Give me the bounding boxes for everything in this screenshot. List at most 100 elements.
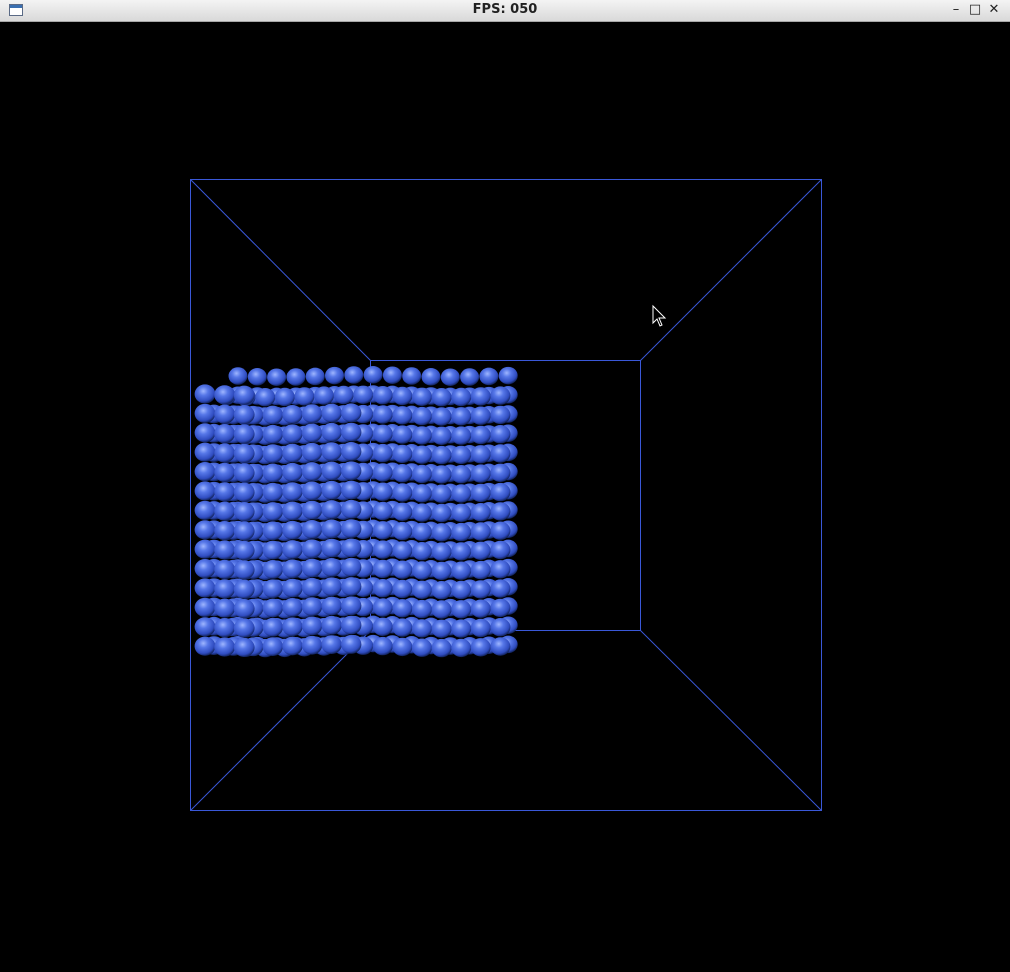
particle-sphere: [194, 539, 216, 559]
particle-sphere: [233, 385, 255, 405]
particle-sphere: [282, 501, 303, 521]
particle-sphere: [372, 521, 393, 540]
particle-sphere: [490, 637, 511, 656]
particle-sphere: [451, 619, 472, 638]
particle-sphere: [412, 387, 432, 406]
particle-sphere: [372, 463, 393, 482]
particle-sphere: [214, 521, 236, 541]
particle-sphere: [392, 599, 413, 618]
particle-sphere: [262, 463, 283, 483]
particle-sphere: [372, 540, 393, 559]
particle-sphere: [470, 464, 491, 483]
box-edge-top-right: [640, 179, 822, 361]
particle-sphere: [274, 387, 295, 407]
particle-sphere: [392, 406, 413, 425]
particle-sphere: [490, 463, 511, 482]
particle-sphere: [194, 481, 216, 501]
particle-sphere: [460, 368, 480, 386]
particle-sphere: [301, 481, 323, 501]
particle-sphere: [301, 500, 323, 520]
particle-sphere: [321, 500, 342, 519]
particle-sphere: [341, 557, 362, 577]
particle-sphere: [321, 422, 342, 442]
particle-sphere: [392, 386, 413, 406]
particle-sphere: [470, 522, 491, 541]
particle-sphere: [431, 561, 452, 581]
particle-sphere: [194, 597, 216, 617]
particle-sphere: [431, 445, 452, 465]
particle-sphere: [341, 615, 362, 635]
particle-sphere: [282, 540, 303, 559]
particle-sphere: [214, 579, 236, 599]
particle-sphere: [451, 561, 472, 580]
particle-sphere: [431, 638, 452, 658]
particle-sphere: [214, 462, 236, 482]
particle-sphere: [412, 580, 432, 599]
particle-sphere: [490, 425, 511, 444]
particle-sphere: [392, 541, 413, 560]
particle-sphere: [233, 424, 255, 444]
particle-sphere: [470, 483, 491, 503]
particle-sphere: [470, 580, 491, 599]
particle-sphere: [490, 482, 511, 502]
particle-sphere: [392, 425, 413, 444]
particle-sphere: [282, 482, 303, 501]
particle-sphere: [194, 636, 216, 656]
particle-sphere: [194, 442, 216, 462]
particle-sphere: [301, 635, 323, 655]
particle-sphere: [431, 600, 452, 619]
particle-sphere: [233, 599, 255, 619]
particle-sphere: [341, 635, 362, 654]
particle-sphere: [301, 539, 323, 559]
particle-sphere: [321, 558, 342, 577]
particle-sphere: [344, 366, 364, 384]
particle-sphere: [262, 502, 283, 521]
particle-sphere: [431, 542, 452, 561]
particle-sphere: [392, 637, 413, 657]
particle-sphere: [470, 638, 491, 657]
particle-sphere: [451, 484, 472, 503]
particle-sphere: [194, 384, 216, 404]
particle-sphere: [479, 367, 499, 386]
particle-sphere: [431, 388, 452, 407]
particle-sphere: [470, 503, 491, 522]
particle-sphere: [412, 561, 432, 580]
particle-sphere: [282, 559, 303, 579]
particle-sphere: [451, 426, 472, 445]
particle-sphere: [341, 577, 362, 596]
simulation-scene[interactable]: [0, 0, 1010, 972]
particle-sphere: [194, 559, 216, 579]
particle-sphere: [490, 521, 511, 540]
particle-sphere: [382, 366, 402, 384]
particle-sphere: [341, 480, 362, 500]
particle-sphere: [412, 406, 432, 426]
particle-sphere: [392, 521, 413, 541]
particle-sphere: [341, 499, 362, 519]
particle-sphere: [255, 388, 276, 407]
particle-sphere: [451, 445, 472, 465]
particle-sphere: [412, 484, 432, 503]
particle-sphere: [451, 465, 472, 484]
particle-sphere: [282, 636, 303, 656]
particle-sphere: [321, 577, 342, 597]
particle-sphere: [262, 540, 283, 560]
particle-sphere: [363, 366, 383, 384]
particle-sphere: [233, 637, 255, 657]
particle-sphere: [470, 387, 491, 406]
particle-sphere: [214, 540, 236, 560]
particle-sphere: [321, 480, 342, 500]
particle-sphere: [301, 577, 323, 597]
particle-sphere: [412, 426, 432, 445]
particle-sphere: [301, 442, 323, 462]
particle-sphere: [470, 445, 491, 464]
particle-sphere: [282, 520, 303, 540]
particle-sphere: [282, 578, 303, 598]
particle-sphere: [451, 387, 472, 407]
particle-sphere: [233, 560, 255, 580]
particle-sphere: [431, 523, 452, 542]
particle-sphere: [294, 387, 315, 406]
particle-sphere: [305, 367, 325, 386]
particle-sphere: [262, 637, 283, 656]
particle-sphere: [412, 619, 432, 638]
particle-sphere: [372, 579, 393, 598]
